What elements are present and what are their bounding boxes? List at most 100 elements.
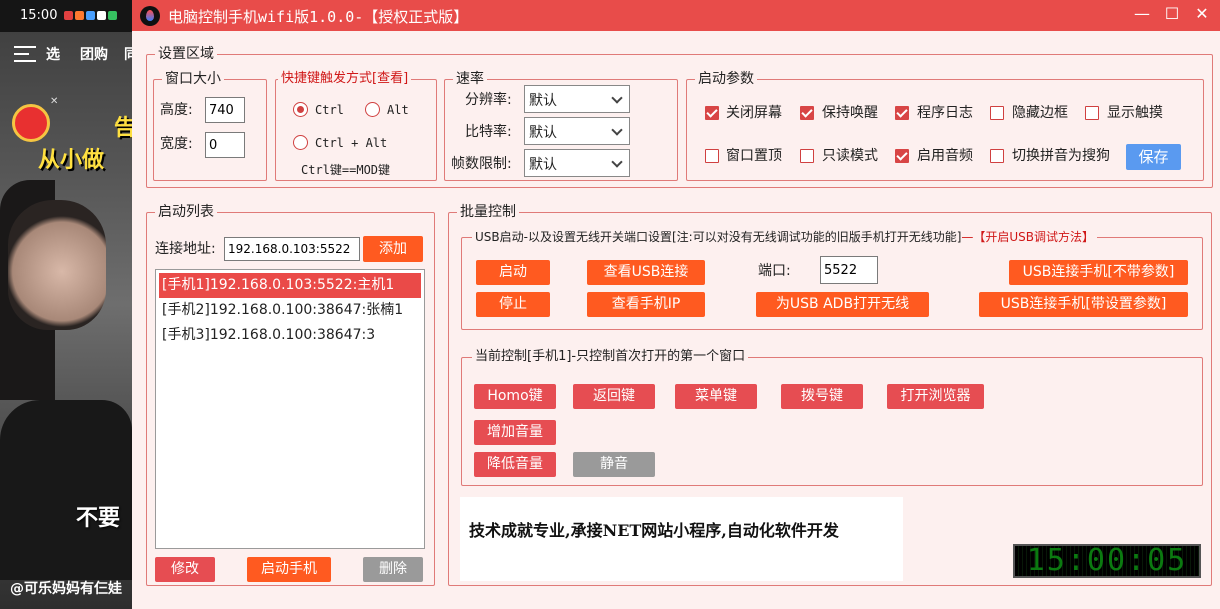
- launch-list-group: 启动列表 连接地址: 添加 [手机1]192.168.0.103:5522:主机…: [146, 203, 435, 586]
- list-item[interactable]: [手机2]192.168.0.100:38647:张楠1: [156, 298, 424, 323]
- group-title: 窗口大小: [162, 70, 224, 88]
- checkbox-close-screen[interactable]: [705, 106, 719, 120]
- close-icon[interactable]: ✕: [50, 96, 58, 107]
- menu-key-button[interactable]: 菜单键: [675, 384, 757, 409]
- rate-group: 速率 分辨率: 默认 比特率: 默认 帧数限制: 默认: [444, 70, 678, 181]
- height-input[interactable]: [205, 97, 245, 123]
- phone-screen: 15:00 选 团购 同 ✕ 告 从小做 不要 @可乐妈妈有仨娃: [0, 0, 132, 609]
- list-item[interactable]: [手机1]192.168.0.103:5522:主机1: [159, 273, 421, 298]
- list-item[interactable]: [手机3]192.168.0.100:38647:3: [156, 323, 424, 348]
- view-usb-button[interactable]: 查看USB连接: [587, 260, 705, 285]
- usb-stop-button[interactable]: 停止: [476, 292, 550, 317]
- ad-text: 技术成就专业,承接NET网站小程序,自动化软件开发: [469, 521, 839, 540]
- open-wireless-button[interactable]: 为USB ADB打开无线: [756, 292, 929, 317]
- checkbox-window-on-top[interactable]: [705, 149, 719, 163]
- usb-group: USB启动-以及设置无线开关端口设置[注:可以对没有无线调试功能的旧版手机打开无…: [461, 228, 1203, 330]
- notification-icon: [85, 11, 95, 20]
- edit-button[interactable]: 修改: [155, 557, 215, 582]
- group-title: 启动列表: [155, 203, 217, 221]
- usb-debug-help-link[interactable]: —【开启USB调试方法】: [961, 230, 1094, 244]
- radio-ctrl[interactable]: [293, 102, 308, 117]
- close-button[interactable]: ✕: [1187, 4, 1217, 23]
- digital-clock: 15:00:05: [1013, 544, 1201, 578]
- volume-down-button[interactable]: 降低音量: [474, 452, 556, 477]
- group-title: 当前控制[手机1]-只控制首次打开的第一个窗口: [472, 348, 749, 366]
- radio-label: Ctrl: [315, 103, 344, 117]
- radio-label: Ctrl + Alt: [315, 136, 388, 150]
- checkbox-label: 关闭屏幕: [726, 105, 782, 121]
- title-bar[interactable]: 电脑控制手机wifi版1.0.0-【授权正式版】 — ☐ ✕: [132, 0, 1220, 31]
- address-input[interactable]: [224, 237, 360, 261]
- usb-connect-no-params-button[interactable]: USB连接手机[不带参数]: [1009, 260, 1188, 285]
- radio-alt[interactable]: [365, 102, 380, 117]
- current-control-group: 当前控制[手机1]-只控制首次打开的第一个窗口 Homo键 返回键 菜单键 拨号…: [461, 348, 1203, 486]
- mute-button[interactable]: 静音: [573, 452, 655, 477]
- bitrate-select[interactable]: 默认: [524, 117, 630, 145]
- checkbox-label: 窗口置顶: [726, 148, 782, 164]
- chevron-down-icon: [611, 124, 623, 136]
- phone-nav-item[interactable]: 同: [124, 44, 132, 64]
- checkbox-label: 显示触摸: [1107, 105, 1163, 121]
- hotkey-note: Ctrl键==MOD键: [301, 163, 391, 177]
- select-value: 默认: [529, 125, 557, 141]
- radio-ctrl-alt[interactable]: [293, 135, 308, 150]
- menu-icon[interactable]: [14, 46, 36, 62]
- phone-nav-item[interactable]: 选: [46, 44, 60, 64]
- window-size-group: 窗口大小 高度: 宽度:: [153, 70, 267, 181]
- group-title: 设置区域: [155, 45, 217, 63]
- checkbox-program-log[interactable]: [895, 106, 909, 120]
- settings-group: 设置区域 窗口大小 高度: 宽度: 快捷键触发方式[查看] Ctrl Alt C…: [146, 45, 1213, 188]
- phone-nav-item[interactable]: 团购: [80, 44, 108, 64]
- minimize-button[interactable]: —: [1127, 4, 1157, 23]
- back-key-button[interactable]: 返回键: [573, 384, 655, 409]
- checkbox-sogou-pinyin[interactable]: [990, 149, 1004, 163]
- maximize-button[interactable]: ☐: [1157, 4, 1187, 23]
- video-subtitle: 不要: [76, 506, 121, 531]
- phone-list[interactable]: [手机1]192.168.0.103:5522:主机1 [手机2]192.168…: [155, 269, 425, 549]
- width-label: 宽度:: [160, 136, 193, 152]
- video-person: [0, 400, 132, 580]
- notification-icon: [63, 11, 73, 20]
- port-input[interactable]: [820, 256, 878, 284]
- chevron-down-icon: [611, 92, 623, 104]
- checkbox-enable-audio[interactable]: [895, 149, 909, 163]
- group-title[interactable]: 快捷键触发方式[查看]: [278, 70, 412, 88]
- notification-icon: [107, 11, 117, 20]
- checkbox-hide-border[interactable]: [990, 106, 1004, 120]
- resolution-select[interactable]: 默认: [524, 85, 630, 113]
- checkbox-keep-awake[interactable]: [800, 106, 814, 120]
- resolution-label: 分辨率:: [465, 92, 512, 108]
- chevron-down-icon: [611, 156, 623, 168]
- fps-label: 帧数限制:: [451, 156, 512, 172]
- add-button[interactable]: 添加: [363, 236, 423, 262]
- start-phone-button[interactable]: 启动手机: [247, 557, 331, 582]
- fps-select[interactable]: 默认: [524, 149, 630, 177]
- height-label: 高度:: [160, 102, 193, 118]
- home-key-button[interactable]: Homo键: [474, 384, 556, 409]
- checkbox-label: 切换拼音为搜狗: [1012, 148, 1110, 164]
- video-username[interactable]: @可乐妈妈有仨娃: [10, 578, 122, 598]
- checkbox-label: 启用音频: [917, 148, 973, 164]
- checkbox-label: 只读模式: [822, 148, 878, 164]
- checkbox-label: 保持唤醒: [822, 105, 878, 121]
- save-button[interactable]: 保存: [1126, 144, 1181, 170]
- open-browser-button[interactable]: 打开浏览器: [887, 384, 984, 409]
- volume-up-button[interactable]: 增加音量: [474, 420, 556, 445]
- view-ip-button[interactable]: 查看手机IP: [587, 292, 705, 317]
- width-input[interactable]: [205, 132, 245, 158]
- select-value: 默认: [529, 93, 557, 109]
- usb-start-button[interactable]: 启动: [476, 260, 550, 285]
- notification-icon: [96, 11, 106, 20]
- radio-label: Alt: [387, 103, 409, 117]
- checkbox-show-touch[interactable]: [1085, 106, 1099, 120]
- usb-connect-with-params-button[interactable]: USB连接手机[带设置参数]: [979, 292, 1188, 317]
- checkbox-label: 隐藏边框: [1012, 105, 1068, 121]
- app-window: 电脑控制手机wifi版1.0.0-【授权正式版】 — ☐ ✕ 设置区域 窗口大小…: [132, 0, 1220, 609]
- group-title: USB启动-以及设置无线开关端口设置[注:可以对没有无线调试功能的旧版手机打开无…: [472, 228, 1098, 246]
- dial-key-button[interactable]: 拨号键: [781, 384, 863, 409]
- phone-status-bar: 15:00: [0, 0, 132, 32]
- delete-button[interactable]: 删除: [363, 557, 423, 582]
- red-envelope-icon[interactable]: [12, 104, 50, 142]
- usb-group-title: USB启动-以及设置无线开关端口设置[注:可以对没有无线调试功能的旧版手机打开无…: [475, 230, 962, 244]
- checkbox-read-only[interactable]: [800, 149, 814, 163]
